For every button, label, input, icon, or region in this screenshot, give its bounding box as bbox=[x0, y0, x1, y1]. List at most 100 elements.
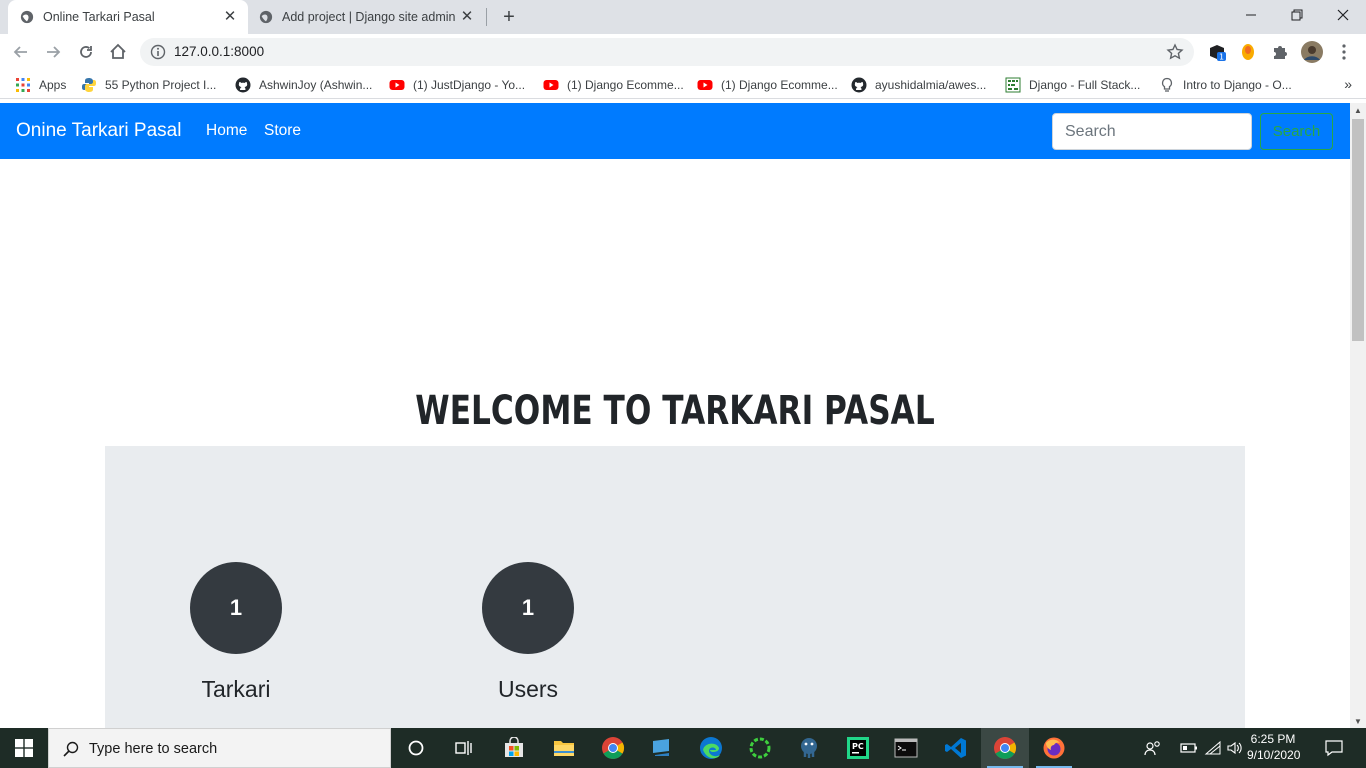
bookmark-django-ecommerce-1[interactable]: (1) Django Ecomme... bbox=[543, 76, 684, 94]
web-page: Onine Tarkari Pasal Home Store Search WE… bbox=[0, 103, 1350, 728]
notification-icon bbox=[1325, 740, 1343, 757]
firefox-taskbar-button[interactable] bbox=[1030, 728, 1078, 768]
vscode-taskbar-button[interactable] bbox=[932, 728, 980, 768]
bookmark-ayushidalmia[interactable]: ayushidalmia/awes... bbox=[851, 76, 986, 94]
scroll-down-arrow-icon[interactable]: ▼ bbox=[1354, 717, 1362, 726]
microsoft-store-button[interactable] bbox=[490, 728, 538, 768]
bookmark-ashwinjoy[interactable]: AshwinJoy (Ashwin... bbox=[235, 76, 372, 94]
close-tab-icon[interactable]: ✕ bbox=[459, 9, 475, 25]
bookmark-intro-to-django[interactable]: Intro to Django - O... bbox=[1159, 76, 1292, 94]
edge-taskbar-button[interactable] bbox=[687, 728, 735, 768]
minimize-icon bbox=[1246, 14, 1256, 16]
postgresql-elephant-icon bbox=[801, 738, 817, 758]
bookmark-label: AshwinJoy (Ashwin... bbox=[259, 78, 373, 92]
chrome-taskbar-button[interactable] bbox=[589, 728, 637, 768]
volume-tray-button[interactable] bbox=[1224, 728, 1246, 768]
taskbar-search-placeholder: Type here to search bbox=[89, 741, 218, 757]
restore-icon bbox=[1291, 9, 1303, 21]
action-center-button[interactable] bbox=[1316, 728, 1352, 768]
extension-cube-icon[interactable]: 1 bbox=[1207, 42, 1227, 62]
stat-label: Tarkari bbox=[201, 676, 271, 702]
wifi-icon bbox=[1204, 740, 1221, 755]
cortana-button[interactable] bbox=[392, 728, 440, 768]
welcome-heading: WELCOME TO TARKARI PASAL bbox=[415, 388, 935, 434]
volume-icon bbox=[1227, 741, 1242, 755]
minimize-button[interactable] bbox=[1228, 0, 1274, 30]
reload-button[interactable] bbox=[74, 40, 98, 64]
tab-separator bbox=[486, 8, 487, 26]
bookmark-label: 55 Python Project I... bbox=[105, 78, 217, 92]
bookmark-apps[interactable]: Apps bbox=[15, 76, 66, 94]
home-button[interactable] bbox=[106, 40, 130, 64]
stat-label: Users bbox=[497, 676, 559, 702]
search-icon bbox=[63, 741, 79, 757]
close-tab-icon[interactable]: ✕ bbox=[222, 9, 238, 25]
extensions-puzzle-icon[interactable] bbox=[1270, 42, 1290, 62]
github-icon bbox=[851, 77, 867, 93]
bookmark-label: (1) JustDjango - Yo... bbox=[413, 78, 526, 92]
reload-icon bbox=[80, 46, 92, 58]
site-search-input[interactable] bbox=[1052, 113, 1252, 150]
site-brand[interactable]: Onine Tarkari Pasal bbox=[16, 120, 181, 142]
bookmark-justdjango[interactable]: (1) JustDjango - Yo... bbox=[389, 76, 525, 94]
page-scrollbar[interactable]: ▲ ▼ bbox=[1350, 103, 1366, 728]
bookmark-label: (1) Django Ecomme... bbox=[721, 78, 838, 92]
stats-panel: 1 Tarkari 1 Users bbox=[105, 446, 1245, 728]
green-ring-icon bbox=[749, 737, 771, 759]
site-search-button[interactable]: Search bbox=[1260, 113, 1333, 150]
bookmarks-overflow-button[interactable]: » bbox=[1344, 76, 1352, 92]
pgadmin-taskbar-button[interactable] bbox=[785, 728, 833, 768]
task-view-button[interactable] bbox=[440, 728, 488, 768]
pycharm-taskbar-button[interactable]: PC bbox=[834, 728, 882, 768]
svg-text:PC: PC bbox=[852, 742, 864, 751]
forward-button[interactable] bbox=[41, 40, 65, 64]
back-arrow-icon bbox=[13, 46, 27, 58]
tab-online-tarkari-pasal[interactable]: Online Tarkari Pasal ✕ bbox=[8, 0, 248, 34]
taskbar-clock[interactable]: 6:25 PM 9/10/2020 bbox=[1247, 731, 1301, 763]
bookmark-label: Django - Full Stack... bbox=[1029, 78, 1141, 92]
restore-button[interactable] bbox=[1274, 0, 1320, 30]
url-text[interactable]: 127.0.0.1:8000 bbox=[174, 44, 264, 59]
globe-icon bbox=[20, 10, 34, 24]
windows-taskbar: Type here to search PC 6:25 PM 9/10/2020 bbox=[0, 728, 1366, 768]
wifi-tray-button[interactable] bbox=[1202, 728, 1224, 768]
close-window-button[interactable] bbox=[1320, 0, 1366, 30]
browser-toolbar: 127.0.0.1:8000 1 bbox=[0, 34, 1366, 70]
tab-django-admin[interactable]: Add project | Django site admin ✕ bbox=[247, 0, 485, 34]
chrome-active-taskbar-button[interactable] bbox=[981, 728, 1029, 768]
terminal-taskbar-button[interactable] bbox=[882, 728, 930, 768]
back-button[interactable] bbox=[9, 40, 33, 64]
bookmark-star-icon[interactable] bbox=[1166, 43, 1184, 61]
tab-strip: Online Tarkari Pasal ✕ Add project | Dja… bbox=[0, 0, 1366, 34]
stat-count-circle: 1 bbox=[482, 562, 574, 654]
info-icon[interactable] bbox=[150, 44, 166, 60]
bookmark-django-ecommerce-2[interactable]: (1) Django Ecomme... bbox=[697, 76, 838, 94]
clock-date: 9/10/2020 bbox=[1247, 748, 1301, 762]
nav-link-store[interactable]: Store bbox=[264, 122, 301, 140]
fullstack-icon bbox=[1005, 77, 1021, 93]
bookmark-django-full-stack[interactable]: Django - Full Stack... bbox=[1005, 76, 1140, 94]
address-bar[interactable]: 127.0.0.1:8000 bbox=[140, 38, 1194, 66]
nav-link-home[interactable]: Home bbox=[206, 122, 247, 140]
file-explorer-button[interactable] bbox=[540, 728, 588, 768]
apps-grid-icon bbox=[16, 78, 30, 92]
new-tab-button[interactable]: + bbox=[499, 7, 519, 27]
app-taskbar-button[interactable] bbox=[638, 728, 686, 768]
pycharm-icon: PC bbox=[847, 737, 869, 759]
battery-tray-button[interactable] bbox=[1178, 728, 1200, 768]
profile-avatar[interactable] bbox=[1301, 41, 1323, 63]
site-navbar: Onine Tarkari Pasal Home Store Search bbox=[0, 103, 1350, 159]
cortana-circle-icon bbox=[408, 740, 424, 756]
start-button[interactable] bbox=[0, 728, 48, 768]
people-tray-button[interactable] bbox=[1140, 728, 1166, 768]
bookmark-python-projects[interactable]: 55 Python Project I... bbox=[81, 76, 216, 94]
chrome-icon bbox=[994, 737, 1016, 759]
menu-kebab-icon[interactable] bbox=[1334, 42, 1354, 62]
monitor-app-icon bbox=[653, 739, 669, 756]
scrollbar-thumb[interactable] bbox=[1352, 119, 1364, 341]
extension-orange-icon[interactable] bbox=[1238, 42, 1258, 62]
stat-tarkari: 1 Tarkari bbox=[161, 562, 311, 703]
app-green-ring-button[interactable] bbox=[736, 728, 784, 768]
taskbar-search-box[interactable]: Type here to search bbox=[48, 728, 391, 768]
scroll-up-arrow-icon[interactable]: ▲ bbox=[1354, 106, 1362, 115]
